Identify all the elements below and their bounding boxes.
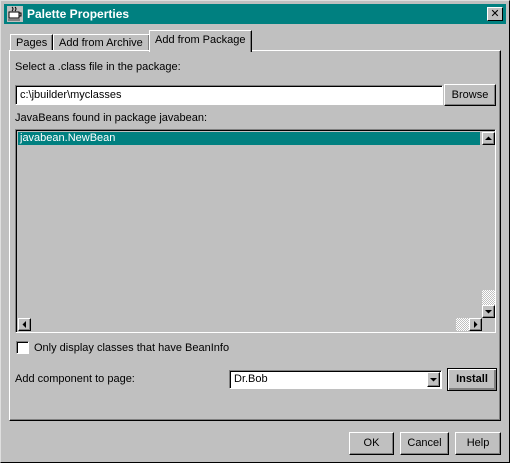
beaninfo-checkbox-label: Only display classes that have BeanInfo — [34, 342, 230, 354]
cancel-button[interactable]: Cancel — [400, 432, 449, 455]
beans-list[interactable]: javabean.NewBean — [15, 129, 496, 333]
add-component-label: Add component to page: — [15, 373, 135, 385]
ok-button[interactable]: OK — [349, 432, 394, 455]
palette-properties-window: Palette Properties ✕ Pages Add from Arch… — [0, 0, 510, 463]
arrow-up-icon — [485, 136, 492, 140]
browse-button-label: Browse — [451, 89, 489, 101]
tab-add-from-archive-label: Add from Archive — [59, 37, 143, 49]
page-select[interactable]: Dr.Bob — [229, 370, 442, 389]
page-select-dropdown-button[interactable] — [427, 372, 440, 387]
coffee-cup-icon — [7, 6, 23, 22]
tab-pages-label: Pages — [16, 37, 48, 49]
scroll-corner — [482, 318, 495, 331]
tab-add-from-package-label: Add from Package — [155, 34, 246, 46]
title-bar[interactable]: Palette Properties ✕ — [4, 4, 506, 24]
arrow-down-icon — [485, 310, 492, 314]
help-button-label: Help — [466, 437, 490, 449]
list-item-label: javabean.NewBean — [20, 132, 116, 144]
arrow-right-icon — [474, 321, 478, 328]
list-item-selected[interactable]: javabean.NewBean — [18, 132, 480, 145]
help-button[interactable]: Help — [455, 432, 501, 455]
close-icon: ✕ — [490, 8, 500, 20]
close-button[interactable]: ✕ — [487, 7, 503, 21]
browse-button[interactable]: Browse — [444, 84, 496, 106]
vertical-scrollbar[interactable] — [482, 132, 495, 318]
scroll-left-button[interactable] — [18, 318, 31, 331]
window-title: Palette Properties — [27, 7, 130, 21]
horizontal-scrollbar[interactable] — [18, 318, 482, 331]
chevron-down-icon — [430, 378, 437, 382]
ok-button-label: OK — [363, 437, 380, 449]
horizontal-scroll-trough[interactable] — [456, 318, 469, 331]
install-button[interactable]: Install — [447, 368, 497, 391]
class-file-label: Select a .class file in the package: — [15, 61, 181, 73]
class-file-path-input[interactable] — [15, 85, 443, 105]
cancel-button-label: Cancel — [407, 437, 442, 449]
tab-add-from-archive[interactable]: Add from Archive — [53, 34, 150, 51]
scroll-up-button[interactable] — [482, 132, 495, 145]
install-button-label: Install — [456, 373, 488, 385]
scroll-down-button[interactable] — [482, 305, 495, 318]
vertical-scroll-trough[interactable] — [482, 290, 495, 305]
beaninfo-checkbox[interactable] — [16, 341, 29, 354]
page-select-value: Dr.Bob — [234, 373, 268, 385]
horizontal-scroll-track[interactable] — [31, 318, 456, 331]
beans-list-label: JavaBeans found in package javabean: — [15, 112, 208, 124]
tab-pages[interactable]: Pages — [10, 34, 53, 51]
scroll-right-button[interactable] — [469, 318, 482, 331]
tab-add-from-package[interactable]: Add from Package — [149, 30, 252, 52]
vertical-scroll-track[interactable] — [482, 145, 495, 290]
arrow-left-icon — [22, 321, 26, 328]
